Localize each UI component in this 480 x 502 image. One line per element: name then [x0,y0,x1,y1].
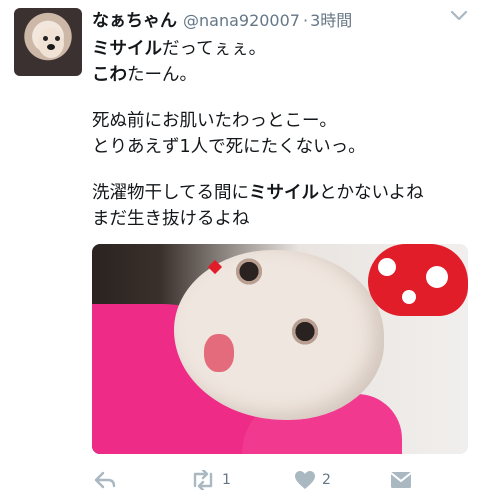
bow-dot [426,266,448,288]
reply-icon [94,471,116,489]
retweet-button[interactable]: 1 [190,468,231,492]
tweet-text-line: こわたーん。 [92,62,472,88]
tweet-text-segment: 洗濯物干してる間に [92,183,249,203]
tweet-text-line: ミサイルだってぇぇ。 [92,36,472,62]
author-handle[interactable]: @nana920007 [183,11,300,30]
tweet-text-bold: こわ [92,65,127,85]
tweet-text-bold: ミサイル [248,183,319,203]
avatar-eye [43,36,48,41]
tweet-text-line: とりあえず1人で死にたくないっ。 [92,134,472,160]
tweet-text-segment: たーん。 [127,65,197,85]
tweet-text-line: まだ生き抜けるよね [92,206,472,232]
photo-lips [204,334,234,372]
retweet-count: 1 [222,472,231,488]
like-count: 2 [322,472,331,488]
tweet-text-segment: 死ぬ前にお肌いたわっとこー。 [92,111,337,131]
avatar-face [38,28,64,58]
tweet-text-gap [92,88,472,108]
tweet-text-segment: まだ生き抜けるよね [92,209,250,229]
tweet-timestamp[interactable]: 3時間 [310,7,352,31]
tweet-text: ミサイルだってぇぇ。 こわたーん。 死ぬ前にお肌いたわっとこー。 とりあえず1人で死に… [92,36,472,232]
chevron-down-icon[interactable] [450,10,468,22]
heart-icon [295,471,315,489]
bow-dot [378,258,396,276]
tweet-text-line: 洗濯物干してる間にミサイルとかないよね [92,180,472,206]
tweet-actions: 1 2 [92,468,472,492]
reply-button[interactable] [94,468,116,492]
photo-eye [232,258,266,288]
like-button[interactable]: 2 [294,468,331,492]
tweet-text-line: 死ぬ前にお肌いたわっとこー。 [92,108,472,134]
avatar-nose [47,44,55,50]
envelope-icon [390,472,412,488]
tweet-photo[interactable] [92,244,468,454]
direct-message-button[interactable] [390,468,412,492]
author-name[interactable]: なぁちゃん [92,6,177,31]
avatar-eye [55,36,60,41]
tweet-text-segment: だってぇぇ。 [162,39,267,59]
bow-dot [402,290,416,304]
tweet-text-gap [92,160,472,180]
tweet-text-bold: ミサイル [92,39,162,59]
tweet-text-segment: とりあえず1人で死にたくないっ。 [92,137,366,157]
author-avatar[interactable] [14,8,82,76]
header-separator: · [302,11,309,30]
photo-bow-sticker [368,244,468,316]
tweet-header: なぁちゃん @nana920007 · 3時間 [92,6,470,31]
tweet-text-segment: とかないよね [318,183,424,203]
photo-eye [288,318,322,348]
retweet-icon [193,470,213,490]
